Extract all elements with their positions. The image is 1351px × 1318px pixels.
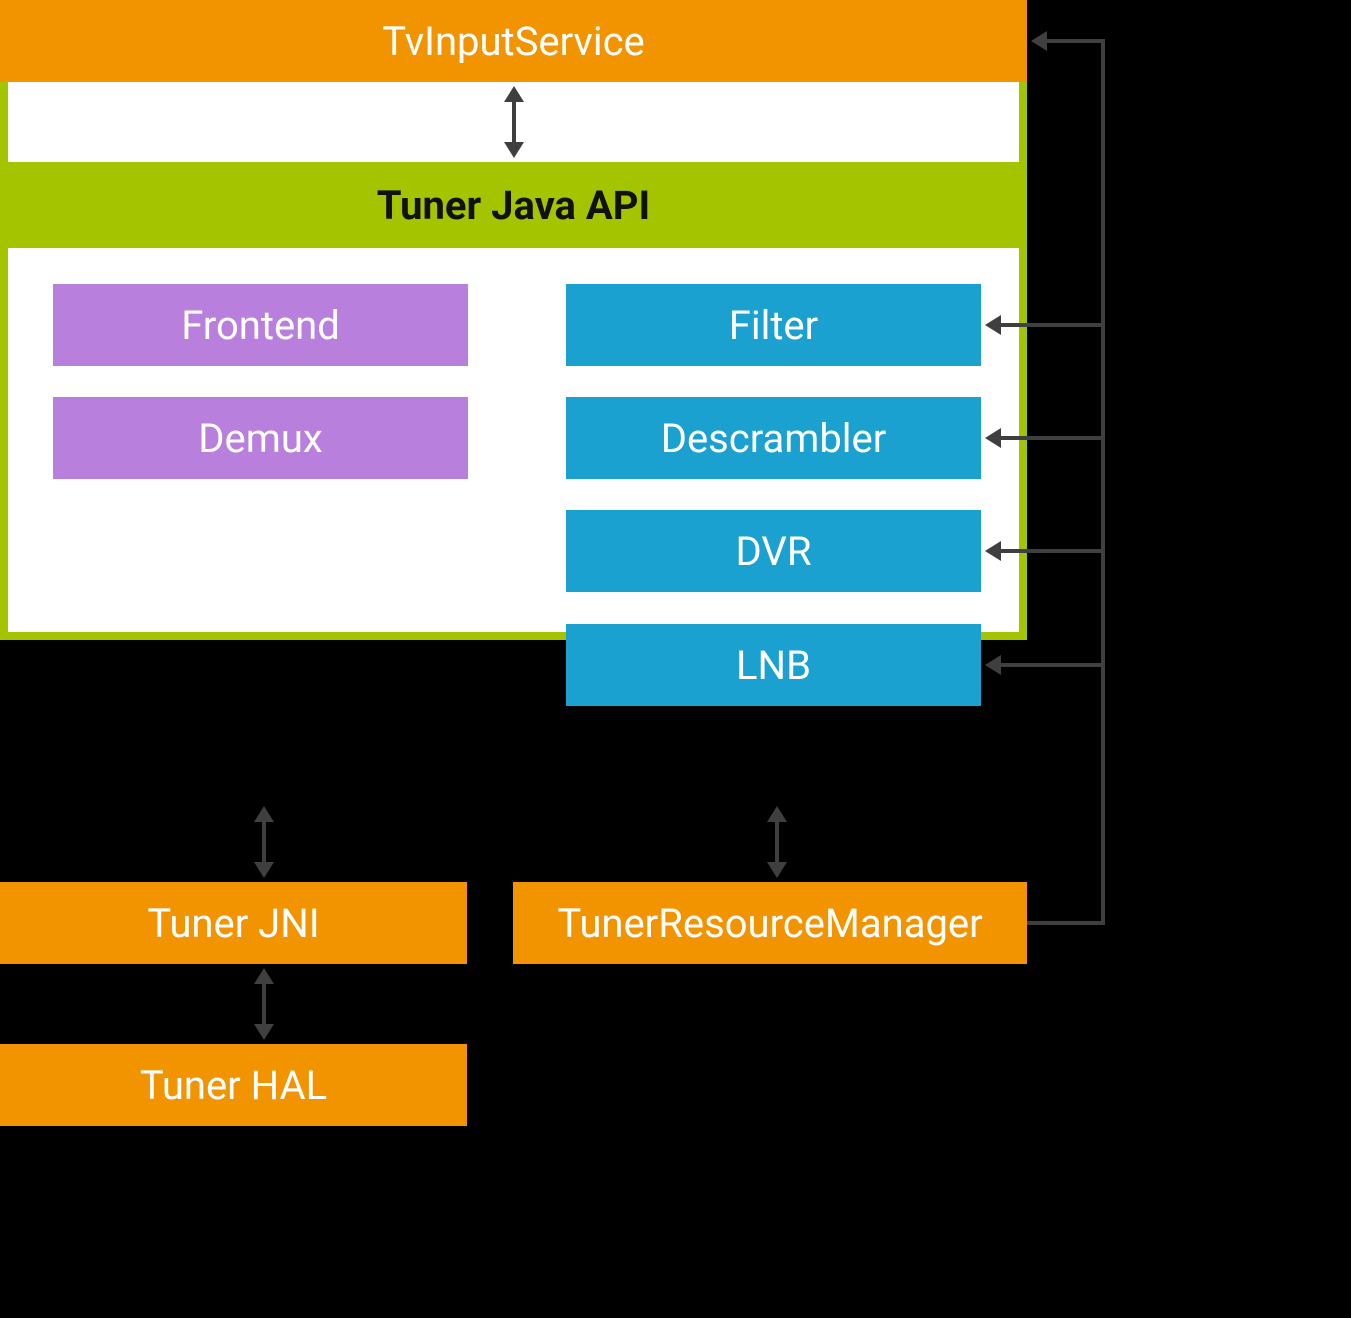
arrow-down-icon [254, 862, 274, 878]
filter-box: Filter [566, 284, 981, 366]
arrow-left-icon [985, 655, 1001, 675]
tuner-resource-manager-box: TunerResourceManager [513, 882, 1027, 964]
demux-label: Demux [198, 415, 322, 462]
connector-line [1027, 921, 1105, 925]
arrow-down-icon [767, 862, 787, 878]
demux-box: Demux [53, 397, 468, 479]
connector-line [775, 820, 779, 862]
arrow-left-icon [1031, 31, 1047, 51]
arrow-left-icon [985, 315, 1001, 335]
connector-line [1047, 39, 1105, 43]
tuner-hal-box: Tuner HAL [0, 1044, 467, 1126]
arrow-down-icon [504, 142, 524, 158]
dvr-label: DVR [736, 528, 812, 575]
tuner-jni-label: Tuner JNI [147, 900, 319, 947]
tuner-hal-label: Tuner HAL [140, 1062, 327, 1109]
arrow-left-icon [985, 428, 1001, 448]
arrow-down-icon [254, 1024, 274, 1040]
tuner-resource-manager-label: TunerResourceManager [557, 900, 982, 947]
connector-line [262, 982, 266, 1024]
connector-line [1001, 323, 1105, 327]
tv-input-service-label: TvInputService [382, 18, 645, 65]
tv-input-service-box: TvInputService [0, 0, 1027, 82]
tuner-jni-box: Tuner JNI [0, 882, 467, 964]
connector-line [1001, 663, 1105, 667]
connector-line [1001, 436, 1105, 440]
connector-line [1101, 39, 1105, 925]
tuner-java-api-label: Tuner Java API [377, 182, 650, 229]
descrambler-label: Descrambler [661, 415, 887, 462]
descrambler-box: Descrambler [566, 397, 981, 479]
diagram-canvas: TvInputService Tuner Java API Frontend D… [0, 0, 1351, 1318]
connector-line [262, 820, 266, 862]
connector-line [512, 100, 516, 142]
frontend-box: Frontend [53, 284, 468, 366]
lnb-label: LNB [736, 642, 811, 689]
dvr-box: DVR [566, 510, 981, 592]
arrow-left-icon [985, 541, 1001, 561]
connector-line [1001, 549, 1105, 553]
tuner-java-api-header: Tuner Java API [0, 162, 1027, 248]
lnb-box: LNB [566, 624, 981, 706]
filter-label: Filter [729, 302, 818, 349]
frontend-label: Frontend [181, 302, 340, 349]
